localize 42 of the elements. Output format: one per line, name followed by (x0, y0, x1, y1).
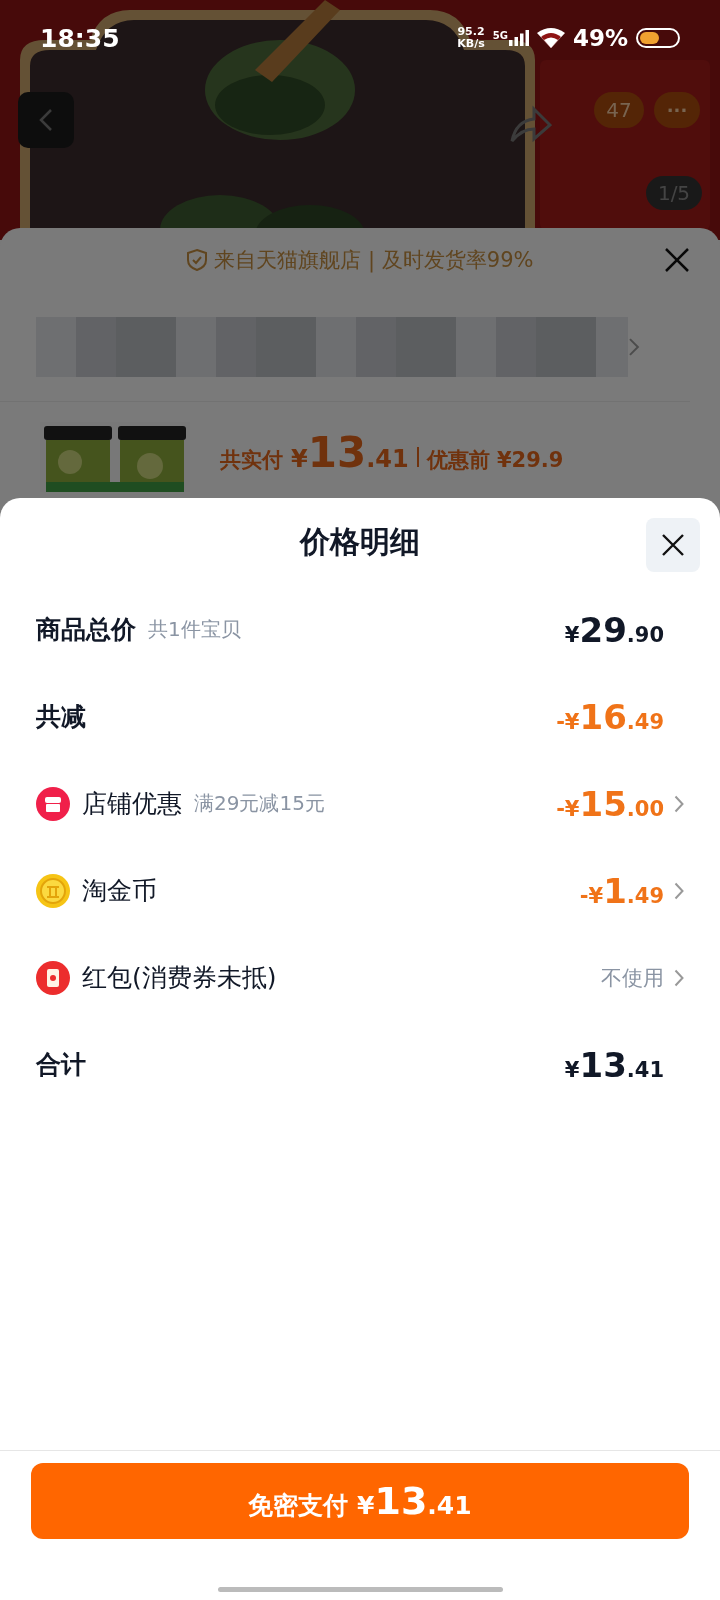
battery-level: 49% (572, 25, 628, 51)
price-label: 共实付 (220, 447, 283, 474)
back-icon (39, 108, 53, 132)
row-note: 满29元减15元 (194, 790, 325, 817)
row-value[interactable]: 不使用 (601, 963, 664, 992)
row-label: 红包(消费券未抵) (82, 962, 277, 994)
share-icon[interactable] (508, 105, 552, 145)
amount: -¥16.49 (556, 696, 664, 737)
row-label: 店铺优惠 (82, 788, 182, 820)
wifi-icon (536, 27, 565, 49)
row-note: 共1件宝贝 (148, 616, 241, 643)
coin-icon (36, 873, 70, 908)
store-banner-text: 来自天猫旗舰店 | 及时发货率99% (214, 247, 534, 274)
shield-icon (186, 248, 209, 272)
signal-icon (508, 30, 529, 46)
amount: ¥13.41 (564, 1044, 664, 1085)
chevron-icon[interactable] (674, 968, 684, 987)
battery-icon (636, 28, 680, 48)
chevron-icon[interactable] (674, 881, 684, 900)
clock: 18:35 (40, 23, 120, 53)
close-icon[interactable] (664, 247, 690, 273)
amount: -¥1.49 (579, 870, 664, 911)
row-label: 商品总价 (36, 614, 136, 646)
back-button[interactable] (18, 92, 74, 148)
pay-button[interactable]: 免密支付 ¥13.41 (31, 1463, 689, 1539)
shop-icon (36, 786, 70, 821)
row-label: 合计 (36, 1049, 86, 1081)
network-speed: 95.2 (457, 25, 485, 38)
speed-unit: KB/s (457, 38, 485, 51)
sheet-title: 价格明细 (300, 522, 420, 561)
chevron-icon[interactable] (674, 794, 684, 813)
amount: ¥29.90 (564, 609, 664, 650)
envelope-icon (36, 960, 70, 995)
paid-price: ¥13.41 (291, 428, 409, 477)
close-button[interactable] (646, 518, 700, 572)
row-label: 淘金币 (82, 875, 157, 907)
row-label: 共减 (36, 701, 86, 733)
before-price: 优惠前 ¥29.9 (426, 447, 564, 474)
amount: -¥15.00 (556, 783, 664, 824)
close-icon (661, 533, 685, 557)
chevron-icon[interactable] (628, 336, 640, 357)
network-type: 5G (492, 30, 508, 41)
